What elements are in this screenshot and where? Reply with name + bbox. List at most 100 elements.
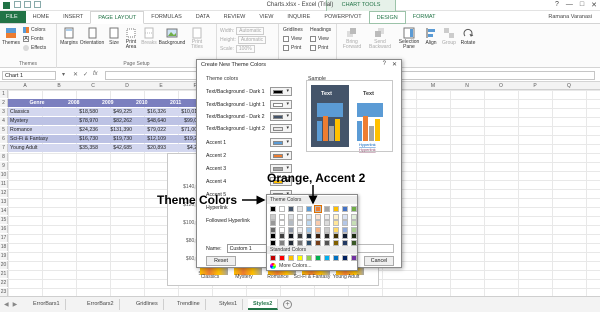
table-header-cell[interactable]: Genre <box>8 99 66 107</box>
row-header[interactable]: 10 <box>0 171 8 179</box>
table-cell[interactable]: $19,730 <box>100 135 134 143</box>
palette-swatch[interactable] <box>297 220 303 226</box>
table-cell[interactable]: $48,640 <box>134 117 168 125</box>
reset-button[interactable]: Reset <box>206 256 236 266</box>
more-colors-link[interactable]: More Colors... <box>270 263 312 269</box>
palette-swatch[interactable] <box>306 239 312 246</box>
palette-swatch[interactable] <box>351 206 357 212</box>
gridlines-view-checkbox[interactable]: View <box>283 36 302 42</box>
column-header[interactable]: N <box>450 83 484 89</box>
row-header[interactable]: 16 <box>0 225 8 233</box>
table-cell[interactable]: $20,893 <box>134 144 168 152</box>
help-icon[interactable]: ? <box>555 1 559 9</box>
sheet-tab-styles2[interactable]: Styles2 <box>248 299 279 310</box>
bring-forward-button[interactable]: Bring Forward <box>341 27 363 50</box>
palette-swatch[interactable] <box>351 226 357 233</box>
tab-home[interactable]: HOME <box>26 11 57 23</box>
function-icon[interactable]: fx <box>93 71 98 77</box>
palette-swatch[interactable] <box>342 226 348 233</box>
palette-swatch[interactable] <box>297 226 303 233</box>
palette-standard-swatch[interactable] <box>297 255 303 261</box>
sheet-tab-errorbars2[interactable]: ErrorBars2 <box>82 299 120 310</box>
column-header[interactable]: A <box>8 83 42 89</box>
palette-swatch[interactable] <box>324 226 330 233</box>
palette-swatch[interactable] <box>315 233 321 239</box>
sheet-tab-errorbars1[interactable]: ErrorBars1 <box>28 299 66 310</box>
palette-swatch[interactable] <box>270 206 276 212</box>
margins-button[interactable]: Margins <box>60 27 78 46</box>
close-icon[interactable]: ✕ <box>392 61 397 68</box>
palette-swatch[interactable] <box>279 220 285 226</box>
palette-swatch[interactable] <box>279 233 285 239</box>
palette-swatch[interactable] <box>279 206 285 212</box>
tab-powerpivot[interactable]: POWERPIVOT <box>317 11 368 23</box>
palette-swatch[interactable] <box>288 206 294 212</box>
close-icon[interactable]: ✕ <box>591 1 597 9</box>
row-header[interactable]: 22 <box>0 279 8 287</box>
previous-sheet-icon[interactable]: ◀ <box>4 301 9 308</box>
palette-standard-swatch[interactable] <box>306 255 312 261</box>
name-box[interactable]: Chart 1 <box>2 71 56 80</box>
palette-swatch[interactable] <box>324 233 330 239</box>
row-header[interactable]: 3 <box>0 108 8 116</box>
table-header-cell[interactable]: 2010 <box>134 99 168 107</box>
palette-swatch[interactable] <box>315 213 321 220</box>
background-button[interactable]: Background <box>158 27 186 46</box>
table-cell[interactable]: Sci-Fi & Fantasy <box>8 135 66 143</box>
palette-standard-swatch[interactable] <box>333 255 339 261</box>
sheet-tab-gridlines[interactable]: Gridlines <box>131 299 164 310</box>
next-sheet-icon[interactable]: ▶ <box>13 301 18 308</box>
width-setting[interactable]: Width: Automatic <box>220 27 265 35</box>
column-header[interactable]: M <box>416 83 450 89</box>
headings-view-checkbox[interactable]: View <box>310 36 329 42</box>
color-picker-button[interactable]: ▾ <box>270 124 292 133</box>
palette-swatch[interactable] <box>314 205 322 213</box>
palette-swatch[interactable] <box>351 220 357 226</box>
headings-print-checkbox[interactable]: Print <box>310 45 328 51</box>
palette-standard-swatch[interactable] <box>315 255 321 261</box>
row-header[interactable]: 12 <box>0 189 8 197</box>
palette-swatch[interactable] <box>342 213 348 220</box>
table-cell[interactable]: $16,326 <box>134 108 168 116</box>
tab-review[interactable]: REVIEW <box>217 11 253 23</box>
row-header[interactable]: 6 <box>0 135 8 143</box>
palette-standard-swatch[interactable] <box>279 255 285 261</box>
palette-standard-swatch[interactable] <box>342 255 348 261</box>
group-button[interactable]: Group <box>441 27 457 46</box>
palette-swatch[interactable] <box>270 220 276 226</box>
themes-button[interactable]: Themes <box>2 27 20 46</box>
effects-button[interactable]: Effects <box>23 45 46 51</box>
row-header[interactable]: 18 <box>0 243 8 251</box>
column-header[interactable]: C <box>76 83 110 89</box>
palette-swatch[interactable] <box>324 213 330 220</box>
maximize-icon[interactable]: □ <box>580 1 584 9</box>
palette-standard-swatch[interactable] <box>288 255 294 261</box>
gridlines-print-checkbox[interactable]: Print <box>283 45 301 51</box>
row-header[interactable]: 2 <box>0 99 8 107</box>
palette-swatch[interactable] <box>333 233 339 239</box>
color-picker-button[interactable]: ▾ <box>270 87 292 96</box>
palette-swatch[interactable] <box>306 206 312 212</box>
palette-swatch[interactable] <box>288 220 294 226</box>
tab-inquire[interactable]: INQUIRE <box>280 11 317 23</box>
palette-swatch[interactable] <box>315 226 321 233</box>
size-button[interactable]: Size <box>107 27 121 46</box>
palette-standard-swatch[interactable] <box>270 255 276 261</box>
palette-swatch[interactable] <box>333 206 339 212</box>
palette-swatch[interactable] <box>306 233 312 239</box>
row-header[interactable]: 15 <box>0 216 8 224</box>
tab-view[interactable]: VIEW <box>252 11 280 23</box>
column-header[interactable]: B <box>42 83 76 89</box>
row-header[interactable]: 13 <box>0 198 8 206</box>
palette-swatch[interactable] <box>270 239 276 246</box>
orientation-button[interactable]: Orientation <box>79 27 105 46</box>
palette-swatch[interactable] <box>279 226 285 233</box>
table-cell[interactable]: $49,225 <box>100 108 134 116</box>
palette-swatch[interactable] <box>270 233 276 239</box>
scale-setting[interactable]: Scale: 100% <box>220 45 255 53</box>
color-picker-button[interactable]: ▾ <box>270 138 292 147</box>
table-cell[interactable]: $79,022 <box>134 126 168 134</box>
help-icon[interactable]: ? <box>383 61 386 68</box>
color-picker-button[interactable]: ▾ <box>270 112 292 121</box>
row-header[interactable]: 7 <box>0 144 8 152</box>
